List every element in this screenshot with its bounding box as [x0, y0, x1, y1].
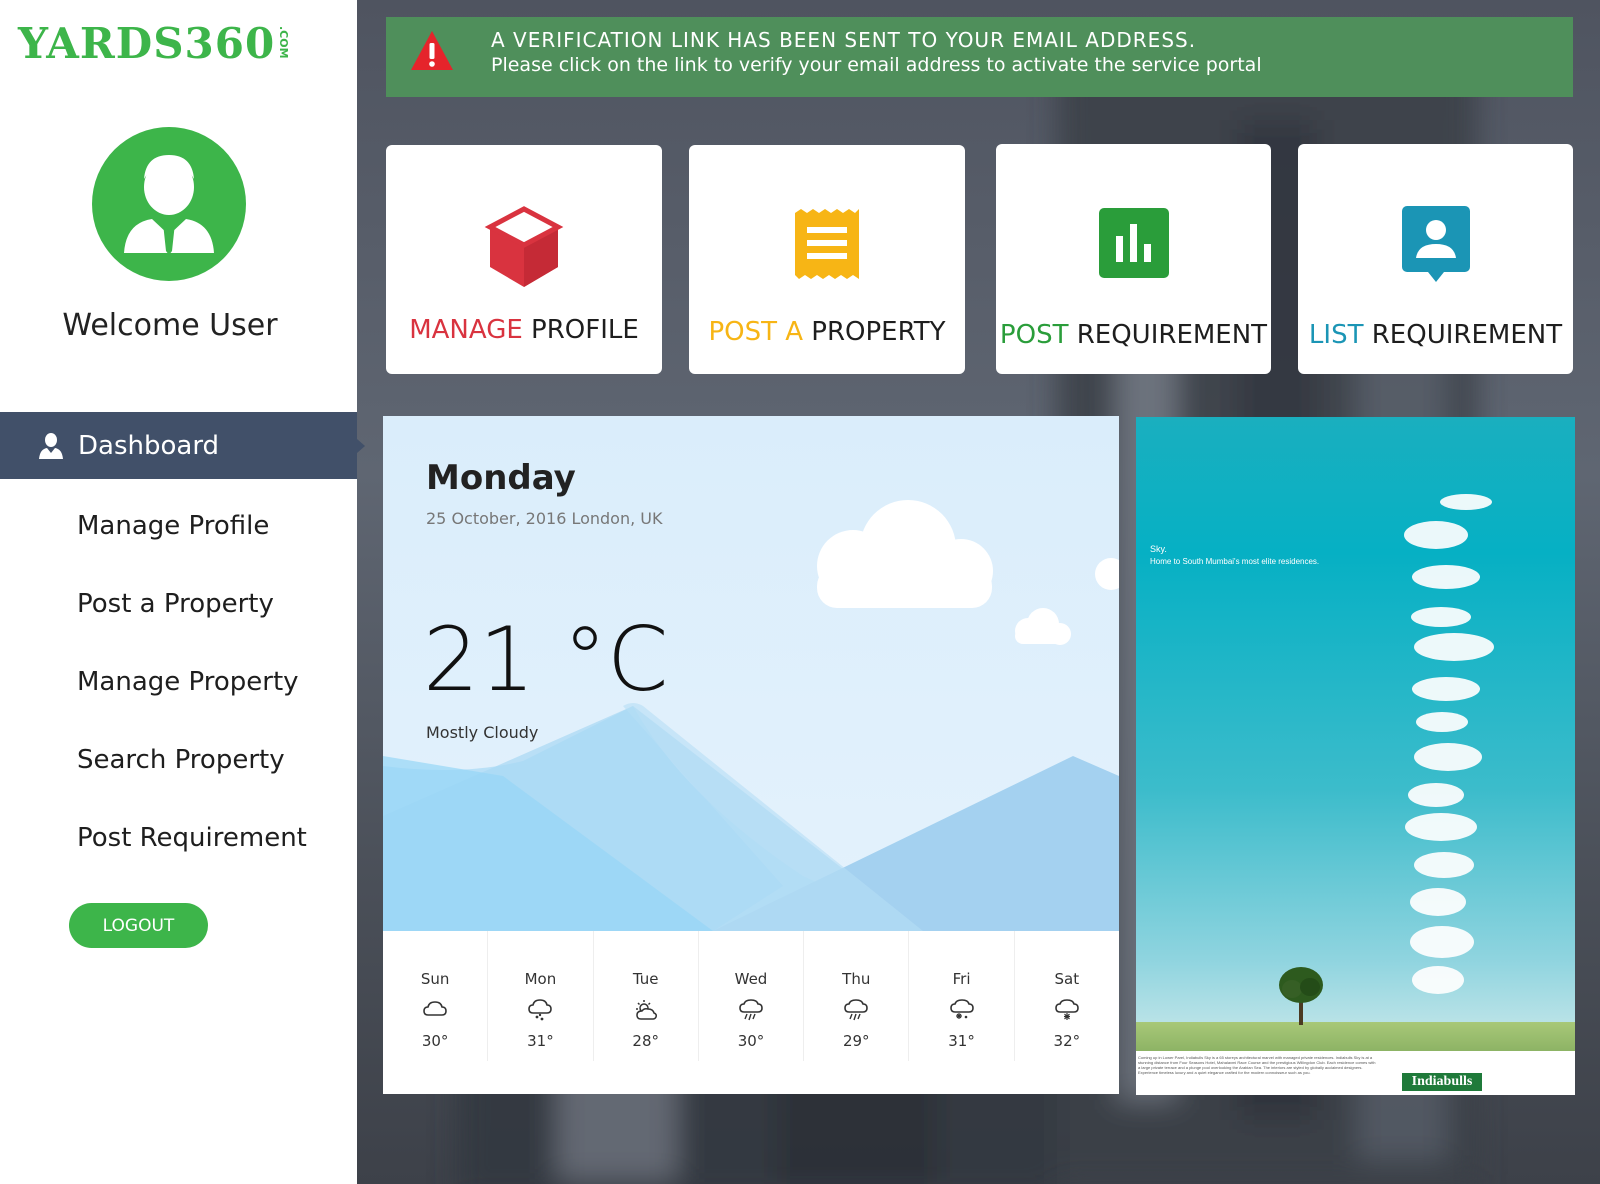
- tile-label-highlight: POST A: [708, 317, 804, 347]
- weather-condition: Mostly Cloudy: [426, 723, 539, 742]
- forecast-day: Fri 31°: [909, 931, 1015, 1061]
- tile-label-rest: REQUIREMENT: [1363, 320, 1563, 350]
- forecast-day: Tue 28°: [594, 931, 699, 1061]
- weather-widget: Monday 25 October, 2016 London, UK 21 °C…: [383, 416, 1119, 1094]
- weather-temperature: 21 °C: [423, 608, 669, 711]
- forecast-day: Thu 29°: [804, 931, 910, 1061]
- tile-label-rest: PROFILE: [522, 315, 639, 345]
- contact-icon: [1401, 206, 1470, 282]
- forecast-day-name: Tue: [632, 970, 659, 988]
- logo-suffix: .COM: [277, 26, 291, 59]
- logo[interactable]: YARDS360 .COM: [18, 16, 290, 76]
- forecast-day-name: Fri: [952, 970, 971, 988]
- sidebar-item-label: Post Requirement: [77, 823, 307, 853]
- sidebar-item-label: Manage Profile: [77, 511, 270, 541]
- tile-label: MANAGE PROFILE: [386, 315, 662, 345]
- forecast-day-name: Mon: [524, 970, 557, 988]
- cloud-hail-icon: [528, 999, 553, 1021]
- logout-button[interactable]: LOGOUT: [69, 903, 208, 948]
- forecast-temp: 30°: [421, 1032, 449, 1050]
- forecast-temp: 29°: [842, 1032, 870, 1050]
- cloud-icon: [423, 1001, 447, 1016]
- post-requirement-tile[interactable]: POST REQUIREMENT: [996, 144, 1271, 374]
- ad-footer: Coming up in Lower Parel, Indiabulls Sky…: [1136, 1051, 1575, 1095]
- forecast-day-name: Sat: [1054, 970, 1080, 988]
- cloud-snow-icon: [949, 999, 974, 1019]
- manage-profile-tile[interactable]: MANAGE PROFILE: [386, 145, 662, 374]
- forecast-day-name: Sun: [420, 970, 450, 988]
- bar-chart-icon: [1098, 208, 1169, 278]
- sidebar-item-post-property[interactable]: Post a Property: [0, 565, 357, 643]
- user-avatar-icon: [124, 155, 214, 255]
- user-icon: [39, 432, 63, 459]
- forecast-temp: 31°: [948, 1032, 975, 1050]
- sidebar-item-dashboard[interactable]: Dashboard: [0, 412, 365, 479]
- cloud-rain-icon: [844, 999, 869, 1021]
- avatar: [92, 127, 246, 281]
- sidebar-item-manage-profile[interactable]: Manage Profile: [0, 487, 357, 565]
- sidebar-item-label: Dashboard: [78, 430, 220, 461]
- cloud-snow-icon: [1055, 999, 1079, 1020]
- sidebar: YARDS360 .COM Welcome User Dashboard Man…: [0, 0, 365, 1184]
- cloud-rain-icon: [739, 999, 763, 1021]
- sidebar-item-post-requirement[interactable]: Post Requirement: [0, 799, 357, 877]
- logo-text: YARDS360: [18, 19, 276, 68]
- ad-tree-image: [1279, 967, 1323, 1025]
- tile-label: POST A PROPERTY: [689, 317, 965, 347]
- warning-icon: [411, 31, 453, 70]
- welcome-text: Welcome User: [62, 308, 278, 343]
- forecast-day-name: Thu: [842, 970, 871, 988]
- ad-brand-logo: Indiabulls: [1402, 1073, 1482, 1091]
- tile-label: LIST REQUIREMENT: [1298, 320, 1573, 350]
- sidebar-nav: Dashboard Manage Profile Post a Property…: [0, 412, 365, 877]
- tile-label-rest: REQUIREMENT: [1068, 320, 1268, 350]
- weather-day: Monday: [426, 458, 576, 498]
- ad-subheadline: Home to South Mumbai's most elite reside…: [1150, 557, 1320, 566]
- sidebar-item-label: Search Property: [77, 745, 285, 775]
- forecast-temp: 30°: [737, 1032, 765, 1050]
- forecast-temp: 31°: [527, 1032, 554, 1050]
- tile-label-highlight: MANAGE: [409, 315, 523, 345]
- ad-headline: Sky.: [1150, 544, 1167, 554]
- forecast-temp: 32°: [1053, 1032, 1081, 1050]
- forecast-day: Wed 30°: [699, 931, 805, 1061]
- verification-alert: A VERIFICATION LINK HAS BEEN SENT TO YOU…: [386, 17, 1573, 97]
- tile-label-highlight: LIST: [1308, 320, 1364, 350]
- alert-title: A VERIFICATION LINK HAS BEEN SENT TO YOU…: [491, 28, 1197, 52]
- ad-footer-text: Coming up in Lower Parel, Indiabulls Sky…: [1138, 1055, 1376, 1075]
- forecast-day: Mon 31°: [488, 931, 594, 1061]
- sidebar-item-manage-property[interactable]: Manage Property: [0, 643, 357, 721]
- partly-sunny-icon: [635, 1000, 657, 1020]
- forecast-temp: 28°: [632, 1032, 659, 1050]
- advertisement-banner[interactable]: Sky. Home to South Mumbai's most elite r…: [1136, 417, 1575, 1095]
- sidebar-item-label: Manage Property: [77, 667, 299, 697]
- tile-label-highlight: POST: [999, 320, 1069, 350]
- weather-forecast: Sun 30° Mon 31° Tue 28° Wed 30° Thu 29° …: [383, 931, 1119, 1094]
- cube-icon: [484, 206, 564, 287]
- alert-message: Please click on the link to verify your …: [491, 54, 1262, 76]
- tile-label: POST REQUIREMENT: [996, 320, 1271, 350]
- ad-cloud-tower-image: [1404, 494, 1494, 994]
- forecast-day: Sun 30°: [383, 931, 489, 1061]
- weather-date: 25 October, 2016 London, UK: [426, 509, 663, 528]
- forecast-day: Sat 32°: [1015, 931, 1119, 1061]
- sidebar-item-search-property[interactable]: Search Property: [0, 721, 357, 799]
- sidebar-item-label: Post a Property: [77, 589, 274, 619]
- receipt-icon: [795, 209, 859, 279]
- tile-label-rest: PROPERTY: [803, 317, 946, 347]
- weather-panel: Monday 25 October, 2016 London, UK 21 °C…: [383, 416, 1119, 931]
- list-requirement-tile[interactable]: LIST REQUIREMENT: [1298, 144, 1573, 374]
- post-property-tile[interactable]: POST A PROPERTY: [689, 145, 965, 374]
- forecast-day-name: Wed: [734, 970, 768, 988]
